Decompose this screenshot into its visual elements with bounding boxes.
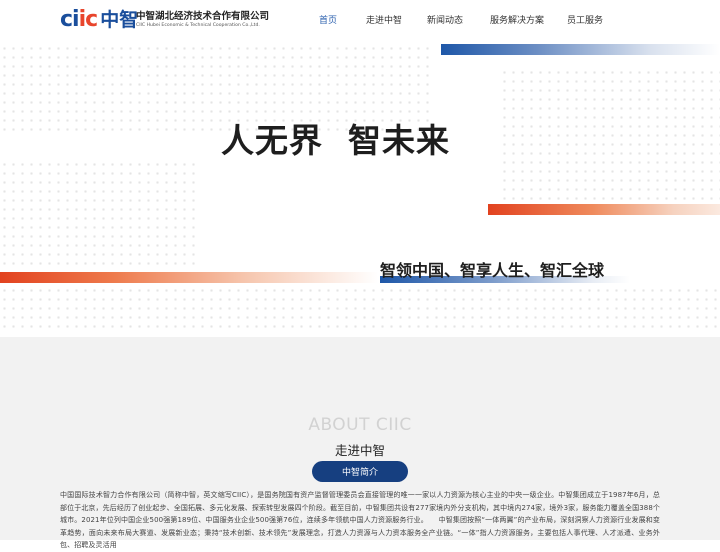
- dot-pattern: [500, 68, 720, 203]
- about-section: ABOUT CIIC 走进中智 中智简介 中国国际技术智力合作有限公司（简称中智…: [0, 337, 720, 549]
- hero-subtitle: 智领中国、智享人生、智汇全球: [380, 261, 605, 280]
- about-body-text: 中国国际技术智力合作有限公司（简称中智，英文缩写CIIC），是国务院国有资产监督…: [60, 491, 660, 549]
- orange-gradient-bar: [488, 204, 720, 215]
- logo-zhongzhi: 中智: [100, 9, 139, 31]
- dot-pattern: [0, 286, 720, 334]
- orange-gradient-bar: [0, 272, 378, 283]
- about-heading-cn: 走进中智: [334, 443, 385, 458]
- hero-banner: 人无界 智未来 智领中国、智享人生、智汇全球: [0, 40, 720, 337]
- about-heading-en: ABOUT CIIC: [308, 415, 412, 435]
- company-name-en: CIIC Hubei Economic & Technical Cooperat…: [136, 23, 260, 28]
- logo-ciic-letters: ciic: [60, 7, 98, 32]
- dot-pattern: [0, 160, 200, 270]
- company-name-cn: 中智湖北经济技术合作有限公司: [136, 11, 270, 22]
- nav-employee-service[interactable]: 员工服务: [567, 13, 603, 26]
- intro-button[interactable]: 中智简介: [312, 461, 408, 482]
- nav-about[interactable]: 走进中智: [366, 13, 402, 26]
- ciic-logo-mark[interactable]: ciic 中智: [60, 8, 138, 32]
- site-header: ciic 中智 中智湖北经济技术合作有限公司 CIIC Hubei Econom…: [0, 0, 720, 40]
- blue-gradient-bar: [441, 44, 720, 55]
- nav-news[interactable]: 新闻动态: [427, 13, 463, 26]
- hero-title: 人无界 智未来: [221, 121, 450, 160]
- nav-home[interactable]: 首页: [319, 13, 337, 26]
- nav-solutions[interactable]: 服务解决方案: [490, 13, 544, 26]
- company-name: 中智湖北经济技术合作有限公司 CIIC Hubei Economic & Tec…: [136, 11, 269, 29]
